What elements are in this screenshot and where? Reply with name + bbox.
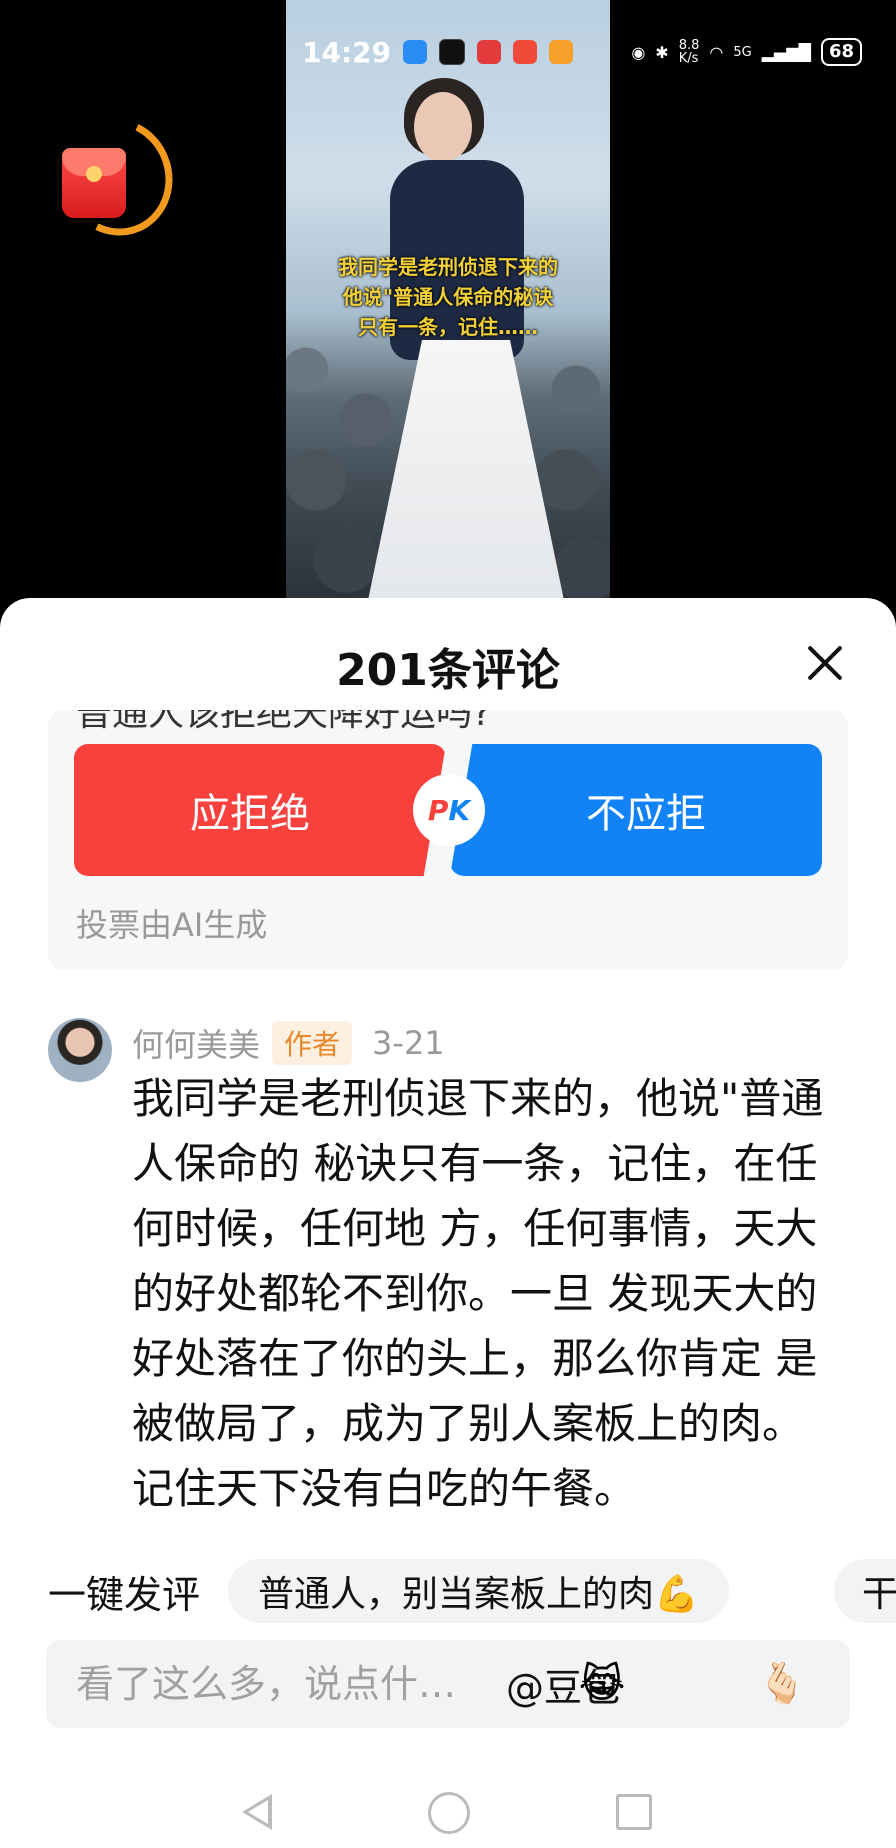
comment-input-bar: @豆包 😹 🫰🏻	[46, 1640, 850, 1728]
caption-line: 只有一条，记住……	[358, 315, 538, 339]
sheet-header: 201条评论	[0, 598, 896, 708]
pk-badge: PK	[413, 774, 485, 846]
wifi-icon: ◠	[709, 42, 724, 62]
home-icon[interactable]	[428, 1792, 470, 1834]
video-app-icon	[549, 40, 574, 64]
comment-text[interactable]: 我同学是老刑侦退下来的，他说"普通人保命的 秘诀只有一条，记住，在任何时候，任何…	[132, 1066, 852, 1521]
pk-letter-p: P	[427, 793, 449, 827]
comment-input[interactable]	[74, 1661, 498, 1707]
network-type: 5G	[733, 44, 752, 60]
eye-comfort-icon: ◉	[631, 42, 646, 62]
comment-item: 何何美美 作者 3-21 我同学是老刑侦退下来的，他说"普通人保命的 秘诀只有一…	[48, 1018, 868, 1538]
net-speed: 8.8 K/s	[678, 38, 700, 66]
signal-icon: ▂▄▆█	[761, 42, 811, 62]
vote-options: 应拒绝 不应拒 PK	[74, 744, 822, 876]
comment-count-title: 201条评论	[336, 645, 560, 696]
vote-option-reject-label: 应拒绝	[190, 791, 310, 837]
finger-heart-emoji-icon[interactable]: 🫰🏻	[756, 1658, 808, 1710]
battery-indicator: 68	[820, 38, 862, 66]
laughing-emoji-icon[interactable]: 😹	[576, 1658, 628, 1710]
status-time: 14:29	[302, 35, 392, 69]
status-bar: 14:29 ◉ ✱ 8.8 K/s ◠ 5G ▂▄▆█ 68	[302, 30, 862, 74]
red-packet-widget[interactable]	[45, 102, 189, 252]
video-caption: 我同学是老刑侦退下来的 他说"普通人保命的秘诀 只有一条，记住……	[286, 252, 610, 342]
vote-option-reject[interactable]: 应拒绝	[74, 744, 446, 876]
quick-comment-chip[interactable]: 普通人，别当案板上的肉💪	[228, 1559, 729, 1623]
toutiao-app-icon	[477, 40, 502, 64]
vote-question: 普通人该拒绝天降好运吗?	[76, 710, 492, 734]
recent-apps-icon[interactable]	[616, 1794, 652, 1830]
comment-meta: 何何美美 作者 3-21	[132, 1020, 445, 1066]
tiktok-app-icon	[439, 39, 466, 65]
caption-line: 我同学是老刑侦退下来的	[338, 255, 558, 279]
video-player[interactable]: 我同学是老刑侦退下来的 他说"普通人保命的秘诀 只有一条，记住……	[286, 0, 610, 600]
message-app-icon	[403, 40, 428, 64]
vote-option-accept-label: 不应拒	[586, 791, 706, 837]
avatar[interactable]	[48, 1018, 112, 1082]
quick-comment-label: 一键发评	[48, 1572, 201, 1617]
ai-vote-card: 普通人该拒绝天降好运吗? 应拒绝 不应拒 PK 投票由AI生成	[48, 710, 848, 970]
shopping-app-icon	[513, 40, 538, 64]
back-icon[interactable]	[242, 1794, 272, 1830]
red-packet-seal	[86, 166, 102, 182]
author-badge: 作者	[272, 1021, 353, 1065]
quick-comment-row: 一键发评 普通人，别当案板上的肉💪 干	[0, 1556, 896, 1626]
vote-ai-note: 投票由AI生成	[76, 906, 268, 944]
system-nav-bar	[0, 1778, 896, 1848]
bluetooth-icon: ✱	[655, 42, 669, 62]
vote-option-accept[interactable]: 不应拒	[450, 744, 822, 876]
caption-line: 他说"普通人保命的秘诀	[342, 285, 554, 309]
status-indicators: ◉ ✱ 8.8 K/s ◠ 5G ▂▄▆█ 68	[631, 38, 862, 66]
pk-letter-k: K	[448, 793, 471, 827]
comment-sheet: 201条评论 普通人该拒绝天降好运吗? 应拒绝 不应拒 PK 投票由AI生成 何…	[0, 598, 896, 1848]
close-icon[interactable]	[800, 638, 850, 688]
video-person-face	[414, 92, 472, 162]
quick-comment-chip[interactable]: 干	[834, 1559, 896, 1623]
comment-date: 3-21	[372, 1024, 445, 1062]
comment-author[interactable]: 何何美美	[132, 1020, 260, 1066]
